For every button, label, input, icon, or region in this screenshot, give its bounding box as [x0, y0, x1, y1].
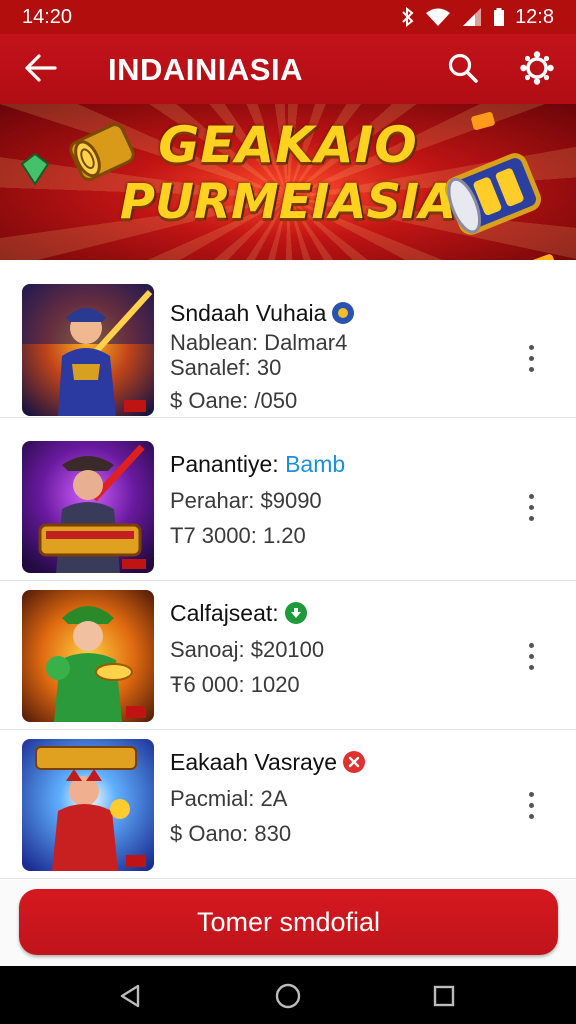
status-time: 14:20 — [22, 5, 73, 28]
dot-icon — [528, 791, 534, 797]
nav-back-button[interactable] — [114, 980, 146, 1012]
item-detail: Pacmial: 2A — [170, 786, 288, 811]
game-thumbnail — [22, 284, 154, 416]
check-badge-icon — [284, 602, 307, 624]
primary-action-button[interactable]: Tomer smdofial — [19, 889, 558, 955]
nav-home-button[interactable] — [272, 980, 304, 1012]
square-recents-icon — [433, 985, 455, 1007]
triangle-back-icon — [120, 984, 140, 1008]
dot-icon — [528, 366, 534, 372]
app-title: INDAINIASIA — [108, 52, 303, 87]
item-detail: Sanoaj: $20100 — [170, 637, 325, 662]
back-button[interactable] — [20, 48, 60, 88]
item-detail: Sanalef: 30 — [170, 355, 282, 380]
slot-reel-icon — [445, 153, 541, 235]
list-item[interactable]: Eakaah Vasraye Pacmial: 2A $ Oano: 830 — [0, 731, 576, 879]
item-detail: Ŧ6 000: 1020 — [170, 672, 300, 697]
item-title: Calfajseat: — [170, 600, 307, 627]
battery-icon — [494, 8, 505, 26]
game-thumbnail — [22, 590, 154, 722]
dot-icon — [528, 653, 534, 659]
item-price: $ Oane: /050 — [170, 388, 298, 413]
dot-icon — [528, 493, 534, 499]
item-detail: T7 3000: 1.20 — [170, 523, 306, 548]
item-price: $ Oano: 830 — [170, 821, 292, 846]
item-title: Eakaah Vasraye — [170, 749, 366, 776]
dot-icon — [528, 344, 534, 350]
item-detail: Nablean: Dalmar4 — [170, 330, 348, 355]
item-detail: Perahar: $9090 — [170, 488, 322, 513]
item-title-text: Eakaah Vasraye — [170, 749, 338, 775]
search-icon — [448, 53, 478, 83]
item-title: Sndaah Vuhaia — [170, 300, 355, 327]
dot-icon — [528, 515, 534, 521]
bottom-action-area: Tomer smdofial — [0, 880, 576, 966]
dot-icon — [528, 642, 534, 648]
signal-icon — [463, 8, 482, 26]
close-badge-icon — [343, 751, 366, 773]
game-thumbnail — [22, 739, 154, 871]
list-item[interactable]: Sndaah Vuhaia Nablean: Dalmar4 Sanalef: … — [0, 270, 576, 418]
promo-banner[interactable]: GEAKAIO PURMEIASIA — [0, 104, 576, 260]
item-title-text: Calfajseat: — [170, 600, 279, 626]
search-button[interactable] — [443, 48, 483, 88]
app-bar: INDAINIASIA — [0, 34, 576, 104]
dot-icon — [528, 355, 534, 361]
item-title-text: Panantiye: — [170, 451, 279, 477]
more-options-button[interactable] — [518, 634, 544, 678]
item-title-accent: Bamb — [285, 451, 346, 477]
list-item[interactable]: Panantiye: Bamb Perahar: $9090 T7 3000: … — [0, 433, 576, 581]
status-icons: 12:8 — [401, 6, 554, 29]
game-list: Sndaah Vuhaia Nablean: Dalmar4 Sanalef: … — [0, 260, 576, 880]
settings-button[interactable] — [517, 48, 557, 88]
more-options-button[interactable] — [518, 485, 544, 529]
settings-icon — [520, 51, 554, 85]
item-title-text: Sndaah Vuhaia — [170, 300, 327, 326]
dot-icon — [528, 813, 534, 819]
dot-icon — [528, 664, 534, 670]
status-bar: 14:20 12:8 — [0, 0, 576, 34]
bluetooth-icon — [402, 7, 414, 27]
nav-recents-button[interactable] — [428, 980, 460, 1012]
wifi-icon — [426, 8, 451, 26]
item-title: Panantiye: Bamb — [170, 451, 345, 478]
more-options-button[interactable] — [518, 783, 544, 827]
dot-icon — [528, 802, 534, 808]
game-thumbnail — [22, 441, 154, 573]
status-clock: 12:8 — [515, 5, 554, 28]
arrow-left-icon — [25, 54, 57, 82]
dot-icon — [528, 504, 534, 510]
circle-home-icon — [275, 983, 301, 1009]
verified-badge-icon — [332, 302, 355, 324]
more-options-button[interactable] — [518, 336, 544, 380]
system-nav-bar — [0, 966, 576, 1024]
list-item[interactable]: Calfajseat: Sanoaj: $20100 Ŧ6 000: 1020 — [0, 582, 576, 730]
